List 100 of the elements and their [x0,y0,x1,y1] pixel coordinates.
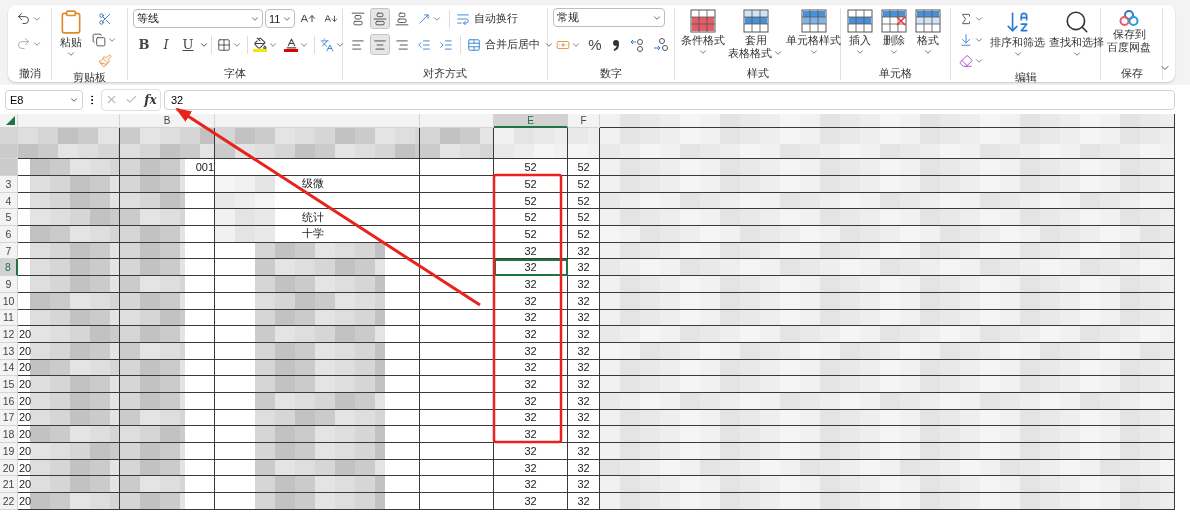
group-label: 撤消 [18,67,41,80]
group-label: 字体 [224,67,246,80]
italic-button[interactable]: I [155,34,177,55]
cell-command-button[interactable]: 插入 [846,8,874,58]
name-box[interactable]: E8 [5,89,83,110]
cell-value: 20 [19,361,32,374]
cell-value: 32 [577,311,590,324]
cell-value: 52 [524,161,537,173]
row-header[interactable]: 21 [0,476,18,494]
cell-value: 32 [577,344,590,357]
cell-value: 52 [577,227,590,240]
row-header[interactable]: 9 [0,276,18,293]
group-label: 对齐方式 [423,67,467,80]
cell-value: 001 [195,161,214,173]
row-header[interactable]: 8 [0,259,18,277]
font-size-dropdown[interactable]: 11 [265,9,295,28]
insert-function-button[interactable]: fx [144,92,157,107]
cell-value: 32 [524,261,537,274]
group-label: 编辑 [1014,71,1037,84]
cell-value: 统计 [302,209,324,225]
cell-value: 32 [577,244,590,257]
cell-value: 20 [19,461,32,474]
style-button[interactable]: 单元格样式 [785,8,842,58]
row-header[interactable]: 12 [0,326,18,343]
row-header[interactable]: 3 [0,176,18,193]
wrap-text-button[interactable]: 自动换行 [454,8,520,29]
cell-value: 20 [19,478,32,491]
cell-value: 20 [19,411,32,424]
row-header[interactable]: 5 [0,209,18,227]
selected-cell[interactable]: 32 [494,259,568,277]
row-header[interactable]: 22 [0,493,18,510]
cell-value: 52 [577,177,590,190]
cell-value: 32 [524,344,537,357]
cell-value: 52 [524,194,537,207]
font-name-dropdown[interactable]: 等线 [133,9,263,28]
cell-value: 32 [524,444,537,457]
group-label: 样式 [746,67,769,80]
cell-value: 32 [524,294,537,307]
bold-button[interactable]: B [133,34,155,55]
cell-value: 32 [524,361,537,374]
cell-value: 32 [524,244,537,257]
cell-command-button[interactable]: 格式 [914,8,942,58]
find-select-button[interactable]: 查找和选择 [1048,8,1105,60]
cell-value: 52 [577,211,590,224]
row-header[interactable]: 18 [0,426,18,443]
cell-value: 32 [577,378,590,391]
cell-value: 32 [524,311,537,324]
cell-value: 32 [577,328,590,341]
merge-center-button[interactable]: 合并后居中 [465,34,556,55]
row-header[interactable]: 15 [0,376,18,393]
group-label: 保存 [1120,67,1143,80]
cell-value: 32 [524,494,537,507]
cell-value: 32 [524,277,537,290]
style-button[interactable]: 条件格式 [680,8,726,58]
cell-value: 32 [577,294,590,307]
cell-value: 52 [524,177,537,190]
cell-value: 32 [577,494,590,507]
cell-value: 52 [524,211,537,224]
cell-value: 32 [524,461,537,474]
cell-value: 20 [19,494,32,507]
sort-filter-button[interactable]: 排序和筛选 [989,8,1046,60]
formula-field[interactable]: 32 [164,89,1175,110]
cell-value: 32 [577,461,590,474]
cell-value: 32 [524,478,537,491]
cell-value: 52 [577,194,590,207]
row-header[interactable]: 19 [0,443,18,460]
column-header[interactable]: E [494,114,568,128]
column-header[interactable]: F [568,114,600,128]
paste-button[interactable]: 粘贴 [57,8,85,60]
cell-value: 20 [19,344,32,357]
cell-value: 32 [577,478,590,491]
number-format-dropdown[interactable]: 常规 [553,8,665,27]
cell-command-button[interactable]: 删除 [880,8,908,58]
cell-value: 32 [524,428,537,441]
cell-value: 32 [524,411,537,424]
cell-value: 20 [19,394,32,407]
column-header[interactable]: B [120,114,215,128]
cell-value: 32 [577,444,590,457]
cell-value: 32 [577,277,590,290]
cell-value: 32 [577,394,590,407]
style-button[interactable]: 套用 表格格式 [727,8,784,60]
cell-value: 32 [524,394,537,407]
cell-value: 52 [524,227,537,240]
cell-value: 级微 [302,176,324,192]
group-label: 单元格 [879,67,912,80]
save-to-cloud-button[interactable]: 保存到 百度网盘 [1106,8,1152,54]
cell-value: 32 [577,428,590,441]
cell-value: 20 [19,328,32,341]
underline-button[interactable]: U [177,34,199,55]
cell-value: 32 [524,328,537,341]
cell-value: 32 [577,361,590,374]
cell-value: 20 [19,428,32,441]
cell-value: 32 [524,378,537,391]
cell-value: 32 [577,411,590,424]
percent-button[interactable]: % [585,34,605,55]
group-label: 剪贴板 [73,71,106,84]
cell-value: 20 [19,444,32,457]
group-label: 数字 [600,67,622,80]
cell-value: 20 [19,378,32,391]
row-header[interactable]: 6 [0,226,18,243]
